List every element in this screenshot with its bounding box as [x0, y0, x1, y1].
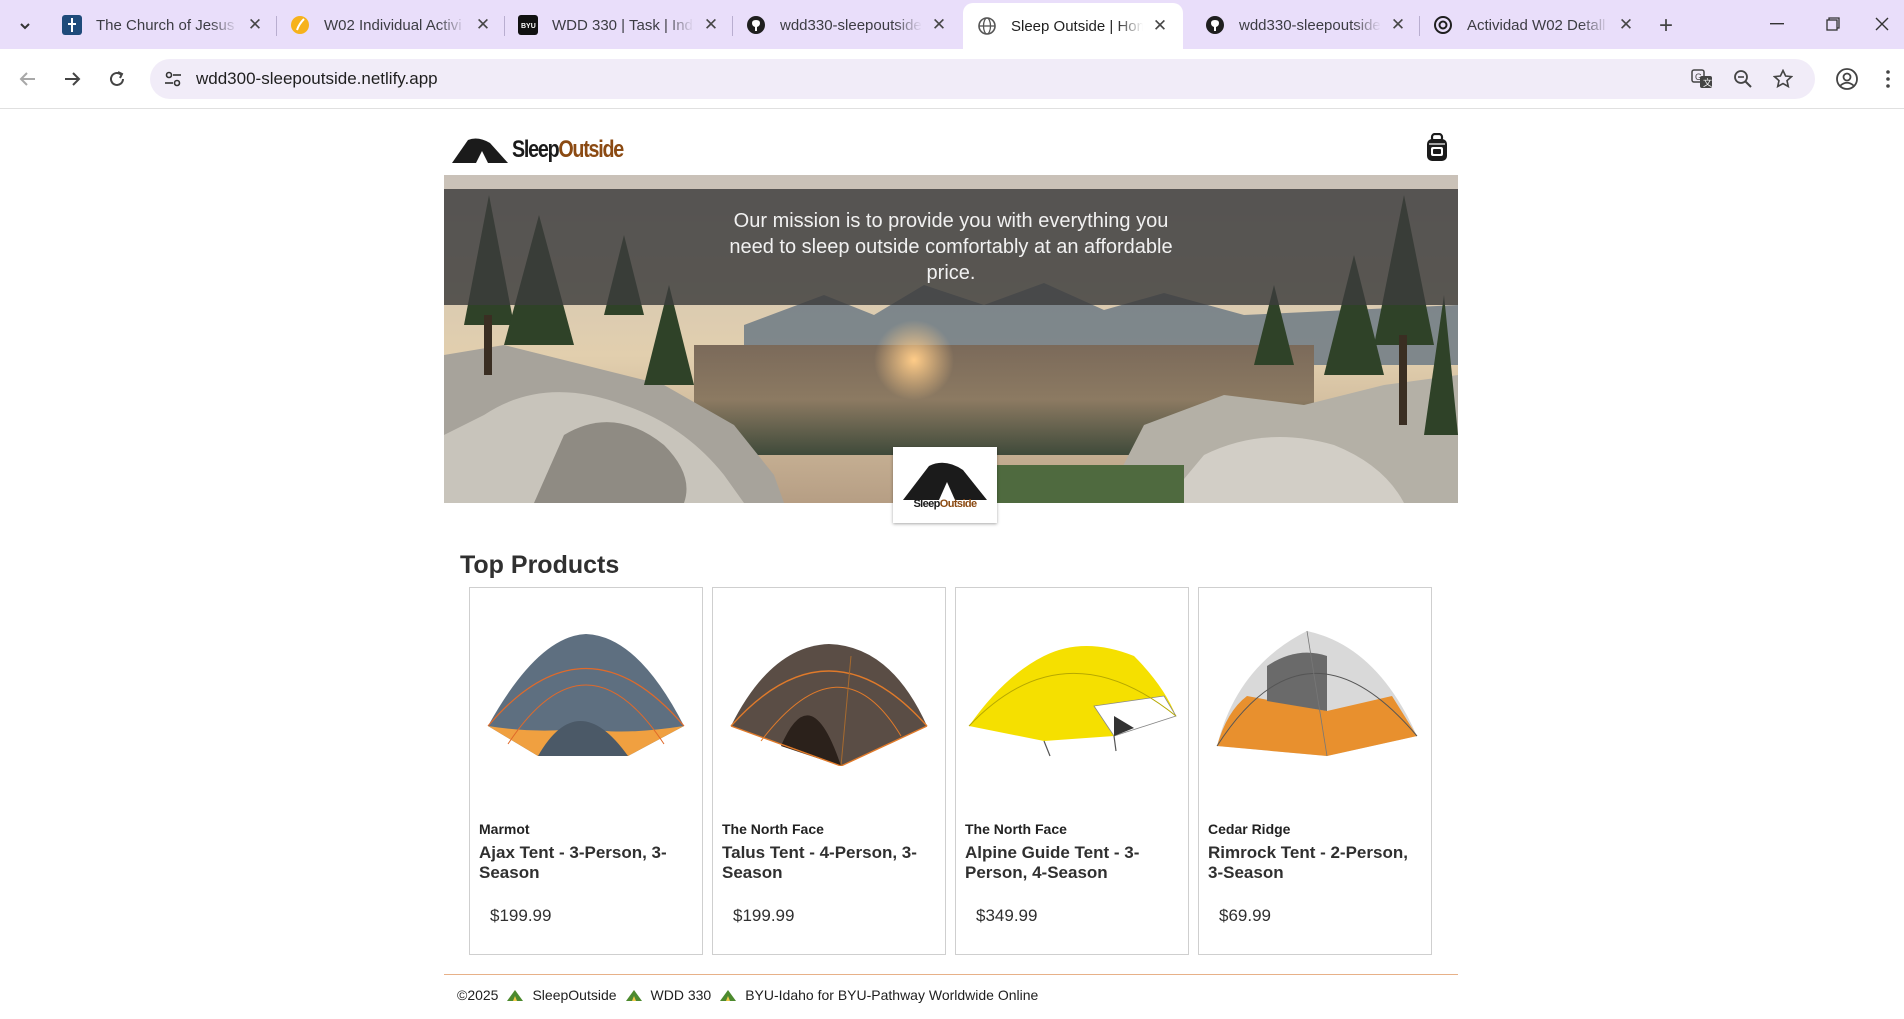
- zoom-icon[interactable]: [1731, 67, 1755, 91]
- tab-close-icon[interactable]: ✕: [1615, 14, 1637, 36]
- product-name[interactable]: Talus Tent - 4-Person, 3-Season: [722, 843, 932, 883]
- product-brand: Marmot: [479, 821, 530, 837]
- translate-icon[interactable]: G文: [1690, 67, 1714, 91]
- tab-w02-individual[interactable]: W02 Individual Activi ✕: [276, 7, 506, 43]
- tab-title: WDD 330 | Task | Indi: [552, 16, 694, 34]
- tab-title: W02 Individual Activi: [324, 16, 462, 34]
- product-name[interactable]: Ajax Tent - 3-Person, 3-Season: [479, 843, 689, 883]
- product-price: $199.99: [490, 906, 552, 925]
- tent-emoji-icon: [625, 990, 642, 1001]
- profile-avatar-icon[interactable]: [1833, 65, 1861, 93]
- tab-title: wdd330-sleepoutside: [780, 16, 922, 34]
- mission-text: Our mission is to provide you with every…: [729, 210, 1173, 284]
- tent-image: [968, 646, 1177, 757]
- tab-github-1[interactable]: wdd330-sleepoutside ✕: [732, 7, 962, 43]
- product-card[interactable]: Cedar Ridge Rimrock Tent - 2-Person, 3-S…: [1198, 587, 1432, 955]
- github-icon: [746, 15, 766, 35]
- product-brand: The North Face: [965, 821, 1067, 837]
- product-name[interactable]: Rimrock Tent - 2-Person, 3-Season: [1208, 843, 1418, 883]
- web-page: SleepOutside Our mission is to provide y…: [0, 109, 1904, 1019]
- byu-favicon-icon: BYU: [518, 15, 538, 35]
- tab-actividad-w02[interactable]: Actividad W02 Detall ✕: [1419, 7, 1649, 43]
- globe-icon: [977, 16, 997, 36]
- site-footer: ©2025 SleepOutside WDD 330 BYU-Idaho for…: [444, 974, 1458, 1015]
- github-icon: [1205, 15, 1225, 35]
- svg-text:BYU: BYU: [521, 23, 536, 30]
- tent-image: [1216, 630, 1418, 757]
- top-products-section: Top Products: [460, 551, 1460, 580]
- bookmark-star-icon[interactable]: [1771, 67, 1795, 91]
- product-card[interactable]: The North Face Talus Tent - 4-Person, 3-…: [712, 587, 946, 955]
- tab-sleep-outside-home[interactable]: Sleep Outside | Home ✕: [963, 3, 1183, 49]
- tab-close-icon[interactable]: ✕: [472, 14, 494, 36]
- tent-emoji-icon: [720, 990, 737, 1001]
- url-text[interactable]: wdd300-sleepoutside.netlify.app: [196, 69, 438, 89]
- tab-title: The Church of Jesus C: [96, 16, 238, 34]
- product-card[interactable]: The North Face Alpine Guide Tent - 3-Per…: [955, 587, 1189, 955]
- tab-close-icon[interactable]: ✕: [700, 14, 722, 36]
- tent-logo-icon: [452, 138, 508, 163]
- tab-close-icon[interactable]: ✕: [928, 14, 950, 36]
- tab-search-chevron-icon[interactable]: [10, 11, 40, 41]
- product-price: $349.99: [976, 906, 1038, 925]
- tab-close-icon[interactable]: ✕: [1149, 15, 1171, 37]
- close-window-icon[interactable]: [1860, 8, 1904, 40]
- address-bar[interactable]: wdd300-sleepoutside.netlify.app G文: [150, 59, 1815, 99]
- tab-close-icon[interactable]: ✕: [244, 14, 266, 36]
- site-header: SleepOutside: [444, 121, 1458, 173]
- mission-banner: Our mission is to provide you with every…: [444, 189, 1458, 305]
- browser-tab-strip: The Church of Jesus C ✕ W02 Individual A…: [0, 0, 1904, 49]
- tent-image: [730, 644, 928, 766]
- new-tab-plus-icon[interactable]: +: [1652, 12, 1680, 40]
- site-logo[interactable]: SleepOutside: [452, 135, 647, 165]
- footer-copyright: ©2025: [457, 987, 499, 1003]
- product-price: $69.99: [1219, 906, 1271, 925]
- product-card[interactable]: Marmot Ajax Tent - 3-Person, 3-Season $1…: [469, 587, 703, 955]
- product-brand: Cedar Ridge: [1208, 821, 1291, 837]
- tab-title: wdd330-sleepoutside: [1239, 16, 1381, 34]
- tab-title: Sleep Outside | Home: [1011, 17, 1143, 35]
- logo-text: SleepOutside: [512, 136, 624, 163]
- tent-logo-icon: [903, 462, 987, 500]
- product-name[interactable]: Alpine Guide Tent - 3-Person, 4-Season: [965, 843, 1175, 883]
- tab-close-icon[interactable]: ✕: [1387, 14, 1409, 36]
- footer-item: WDD 330: [650, 987, 712, 1003]
- browser-menu-icon[interactable]: [1878, 65, 1898, 93]
- footer-item: SleepOutside: [532, 987, 617, 1003]
- backpack-cart-icon[interactable]: [1423, 132, 1453, 163]
- chatgpt-icon: [1433, 15, 1453, 35]
- tab-title: Actividad W02 Detall: [1467, 16, 1606, 34]
- church-favicon-icon: [62, 15, 82, 35]
- tab-church[interactable]: The Church of Jesus C ✕: [48, 7, 278, 43]
- hero-logo-badge: SleepOutside: [893, 447, 997, 523]
- tab-github-2[interactable]: wdd330-sleepoutside ✕: [1191, 7, 1421, 43]
- forward-arrow-icon[interactable]: [56, 63, 88, 95]
- reload-icon[interactable]: [101, 63, 133, 95]
- site-info-tune-icon[interactable]: [162, 68, 184, 90]
- restore-icon[interactable]: [1811, 8, 1855, 40]
- minimize-icon[interactable]: [1755, 8, 1799, 40]
- tab-wdd330-task[interactable]: BYU WDD 330 | Task | Indi ✕: [504, 7, 734, 43]
- svg-text:文: 文: [1703, 77, 1712, 88]
- footer-item: BYU-Idaho for BYU-Pathway Worldwide Onli…: [745, 987, 1039, 1003]
- byu-pathway-favicon-icon: [290, 15, 310, 35]
- product-price: $199.99: [733, 906, 795, 925]
- tent-emoji-icon: [507, 990, 524, 1001]
- browser-toolbar: wdd300-sleepoutside.netlify.app G文: [0, 49, 1904, 109]
- section-title: Top Products: [460, 551, 620, 579]
- product-brand: The North Face: [722, 821, 824, 837]
- back-arrow-icon[interactable]: [12, 63, 44, 95]
- badge-logo-text: SleepOutside: [913, 498, 977, 510]
- tent-image: [487, 634, 685, 756]
